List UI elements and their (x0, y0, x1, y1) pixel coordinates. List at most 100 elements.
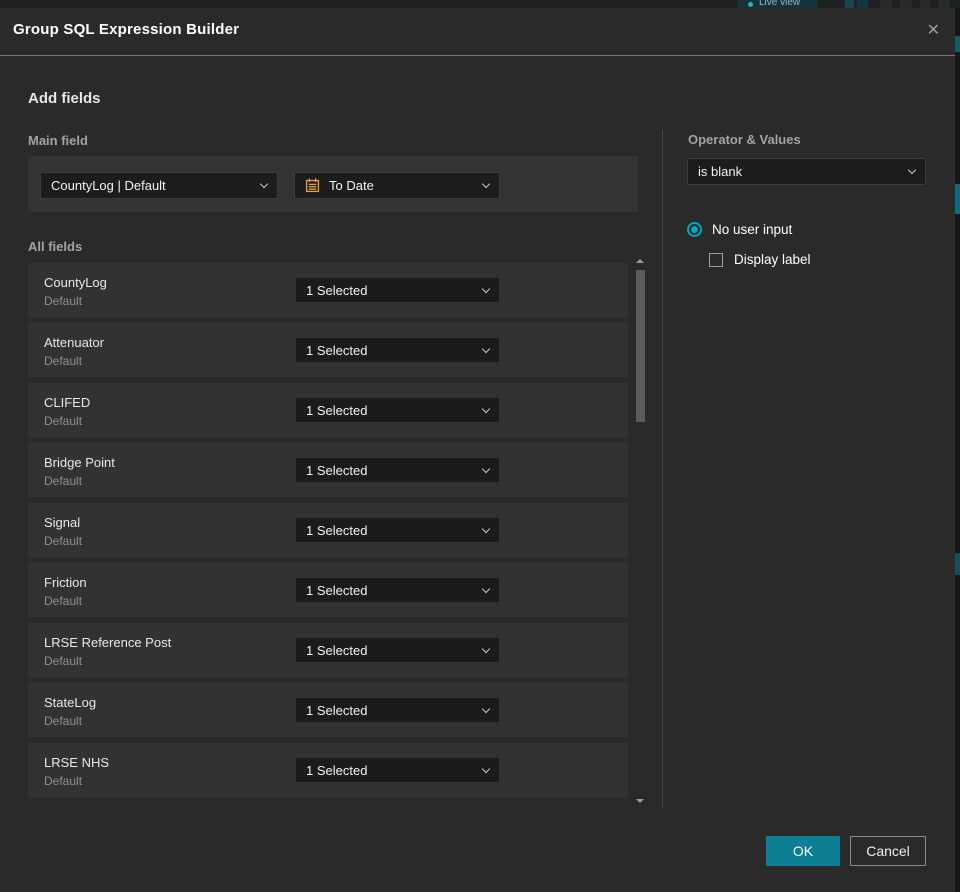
field-name: Signal (44, 515, 81, 530)
title-separator (0, 55, 955, 56)
chevron-down-icon (481, 704, 491, 713)
add-fields-heading: Add fields (28, 90, 101, 107)
field-sublabel: Default (44, 474, 83, 488)
field-name: CLIFED (44, 395, 91, 410)
field-row-bridge-point: Bridge Point Default 1 Selected (28, 443, 628, 497)
field-sublabel: Default (44, 294, 83, 308)
field-row-attenuator: Attenuator Default 1 Selected (28, 323, 628, 377)
operator-dropdown-value: is blank (698, 164, 743, 179)
chevron-down-icon (481, 404, 491, 413)
live-indicator-dot-icon (748, 2, 753, 7)
field-selected-dropdown[interactable]: 1 Selected (295, 337, 500, 363)
field-sublabel: Default (44, 774, 83, 788)
dialog-titlebar: Group SQL Expression Builder ✕ (0, 8, 955, 55)
field-row-signal: Signal Default 1 Selected (28, 503, 628, 557)
radio-dot-icon (691, 226, 698, 233)
scroll-up-arrow-icon[interactable] (636, 259, 644, 263)
field-name: StateLog (44, 695, 97, 710)
chevron-down-icon (259, 179, 269, 189)
background-toolbar-fragment (880, 0, 892, 8)
background-right-panel (955, 8, 960, 892)
radio-icon (687, 222, 702, 237)
calendar-icon (305, 178, 320, 193)
main-field-label: Main field (28, 133, 88, 148)
field-selected-dropdown[interactable]: 1 Selected (295, 457, 500, 483)
field-row-friction: Friction Default 1 Selected (28, 563, 628, 617)
all-fields-label: All fields (28, 239, 83, 254)
live-view-button: Live view (738, 0, 818, 8)
display-label-checkbox[interactable]: Display label (709, 252, 811, 267)
background-top-bar: Live view (0, 0, 960, 8)
field-row-lrse-nhs: LRSE NHS Default 1 Selected (28, 743, 628, 797)
checkbox-icon (709, 252, 723, 267)
main-field-panel: CountyLog | Default To Date (28, 156, 638, 212)
field-name: Attenuator (44, 335, 104, 350)
field-row-clifed: CLIFED Default 1 Selected (28, 383, 628, 437)
field-sublabel: Default (44, 594, 83, 608)
field-name: LRSE Reference Post (44, 635, 172, 650)
chevron-down-icon (481, 524, 491, 533)
field-row-statelog: StateLog Default 1 Selected (28, 683, 628, 737)
selected-count-label: 1 Selected (306, 342, 368, 358)
field-selected-dropdown[interactable]: 1 Selected (295, 757, 500, 783)
field-selected-dropdown[interactable]: 1 Selected (295, 277, 500, 303)
field-sublabel: Default (44, 714, 83, 728)
field-selected-dropdown[interactable]: 1 Selected (295, 397, 500, 423)
field-selected-dropdown[interactable]: 1 Selected (295, 577, 500, 603)
no-user-input-label: No user input (712, 222, 793, 237)
chevron-down-icon (481, 764, 491, 773)
field-name: LRSE NHS (44, 755, 110, 770)
field-sublabel: Default (44, 654, 83, 668)
date-type-dropdown[interactable]: To Date (294, 172, 500, 199)
operator-values-label: Operator & Values (688, 132, 801, 147)
scrollbar-thumb[interactable] (636, 270, 645, 422)
live-view-label: Live view (759, 0, 801, 8)
field-selected-dropdown[interactable]: 1 Selected (295, 637, 500, 663)
field-row-lrse-reference-post: LRSE Reference Post Default 1 Selected (28, 623, 628, 677)
list-scrollbar[interactable] (633, 258, 648, 804)
background-toolbar-fragment (920, 0, 930, 8)
chevron-down-icon (481, 644, 491, 653)
selected-count-label: 1 Selected (306, 282, 368, 298)
chevron-down-icon (481, 179, 491, 189)
scroll-down-arrow-icon[interactable] (636, 799, 644, 803)
field-sublabel: Default (44, 414, 83, 428)
field-row-countylog: CountyLog Default 1 Selected (28, 263, 628, 317)
field-selected-dropdown[interactable]: 1 Selected (295, 697, 500, 723)
background-toolbar-fragment (900, 0, 912, 8)
background-teal-fragment (955, 36, 960, 52)
background-toolbar-fragment (857, 0, 868, 8)
background-teal-fragment (955, 184, 960, 214)
selected-count-label: 1 Selected (306, 522, 368, 538)
selected-count-label: 1 Selected (306, 642, 368, 658)
field-selected-dropdown[interactable]: 1 Selected (295, 517, 500, 543)
group-sql-expression-builder-dialog: Group SQL Expression Builder ✕ Add field… (0, 8, 955, 892)
selected-count-label: 1 Selected (306, 462, 368, 478)
selected-count-label: 1 Selected (306, 702, 368, 718)
close-icon[interactable]: ✕ (927, 20, 940, 40)
no-user-input-radio[interactable]: No user input (687, 222, 792, 237)
main-field-dropdown[interactable]: CountyLog | Default (40, 172, 278, 199)
selected-count-label: 1 Selected (306, 762, 368, 778)
chevron-down-icon (481, 284, 491, 293)
selected-count-label: 1 Selected (306, 582, 368, 598)
panel-divider (662, 130, 663, 808)
field-sublabel: Default (44, 534, 83, 548)
date-type-dropdown-value: To Date (329, 178, 374, 193)
chevron-down-icon (481, 344, 491, 353)
dialog-title: Group SQL Expression Builder (13, 21, 240, 38)
ok-button[interactable]: OK (766, 836, 840, 866)
main-field-dropdown-value: CountyLog | Default (51, 178, 166, 193)
cancel-button[interactable]: Cancel (850, 836, 926, 866)
chevron-down-icon (481, 584, 491, 593)
background-toolbar-fragment (845, 0, 854, 8)
background-teal-fragment (955, 553, 960, 575)
field-name: Friction (44, 575, 87, 590)
operator-dropdown[interactable]: is blank (687, 158, 926, 185)
chevron-down-icon (481, 464, 491, 473)
field-name: CountyLog (44, 275, 107, 290)
background-toolbar-fragment (938, 0, 950, 8)
display-label-text: Display label (734, 252, 811, 267)
selected-count-label: 1 Selected (306, 402, 368, 418)
field-name: Bridge Point (44, 455, 115, 470)
